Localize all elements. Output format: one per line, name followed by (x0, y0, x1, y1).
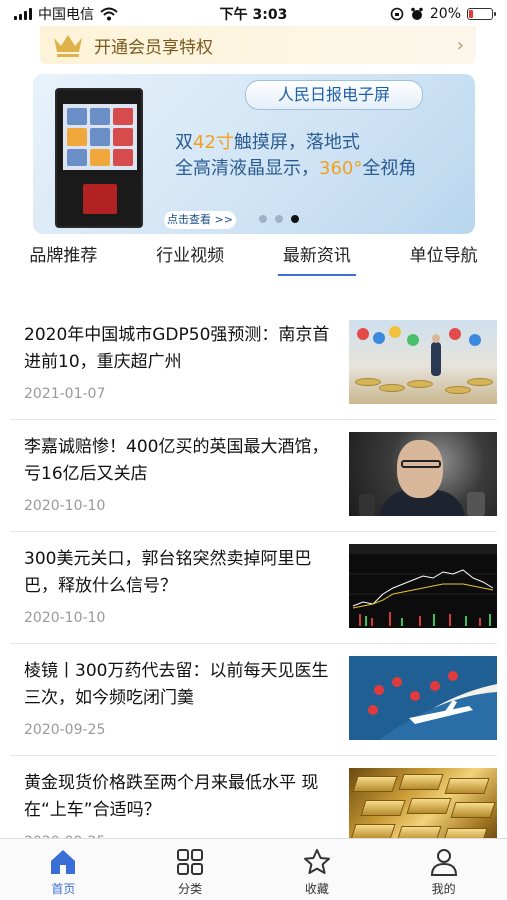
ad-line-2: 全高清液晶显示，360°全视角 (175, 158, 417, 179)
member-banner[interactable]: 开通会员享特权 › (40, 26, 476, 64)
carousel-dots[interactable] (259, 215, 299, 223)
tab-brand[interactable]: 品牌推荐 (0, 240, 127, 278)
category-tabs: 品牌推荐 行业视频 最新资讯 单位导航 (0, 240, 507, 278)
news-title: 棱镜丨300万药代去留：以前每天见医生三次，如今频吃闭门羹 (24, 661, 329, 708)
bottom-nav: 首页 分类 收藏 我的 (0, 838, 507, 900)
battery-percent: 20% (429, 6, 461, 22)
ad-line-1: 双42寸触摸屏，落地式 (175, 132, 360, 153)
status-right: 20% (313, 6, 496, 22)
news-item[interactable]: 300美元关口，郭台铭突然卖掉阿里巴巴，释放什么信号？ 2020-10-10 (10, 532, 497, 644)
news-item[interactable]: 2020年中国城市GDP50强预测：南京首进前10，重庆超广州 2021-01-… (10, 308, 497, 420)
news-date: 2021-01-07 (24, 386, 106, 402)
carousel-dot[interactable] (291, 215, 299, 223)
crown-icon (54, 35, 82, 57)
star-icon (303, 849, 330, 874)
news-title: 李嘉诚赔惨！400亿买的英国最大酒馆，亏16亿后又关店 (24, 437, 329, 484)
home-icon (51, 850, 76, 874)
status-left: 中国电信 (14, 4, 194, 24)
nav-home-label: 首页 (51, 882, 76, 896)
tab-news[interactable]: 最新资讯 (254, 240, 381, 278)
news-thumbnail (349, 656, 497, 740)
status-time: 下午 3:03 (219, 7, 288, 23)
carousel-dot[interactable] (275, 215, 283, 223)
ad-title: 人民日报电子屏 (245, 80, 423, 110)
news-date: 2020-10-10 (24, 610, 106, 626)
nav-favorites-label: 收藏 (304, 882, 329, 896)
nav-profile[interactable]: 我的 (380, 839, 507, 900)
news-thumbnail (349, 432, 497, 516)
news-thumbnail (349, 544, 497, 628)
carrier-label: 中国电信 (38, 7, 94, 23)
news-thumbnail (349, 768, 497, 838)
news-item[interactable]: 棱镜丨300万药代去留：以前每天见医生三次，如今频吃闭门羹 2020-09-25 (10, 644, 497, 756)
battery-icon (467, 8, 496, 20)
news-date: 2020-09-25 (24, 722, 106, 738)
nav-profile-label: 我的 (431, 882, 456, 896)
news-title: 300美元关口，郭台铭突然卖掉阿里巴巴，释放什么信号？ (24, 549, 312, 596)
kiosk-image (55, 88, 143, 228)
wifi-icon (100, 7, 118, 21)
nav-favorites[interactable]: 收藏 (254, 839, 381, 900)
news-title: 黄金现货价格跌至两个月来最低水平 现在“上车”合适吗？ (24, 773, 319, 820)
nav-category[interactable]: 分类 (127, 839, 254, 900)
member-banner-text: 开通会员享特权 (94, 37, 213, 58)
tab-video[interactable]: 行业视频 (127, 240, 254, 278)
nav-category-label: 分类 (178, 882, 203, 896)
grid-icon (177, 849, 204, 875)
tab-navigation[interactable]: 单位导航 (380, 240, 507, 278)
news-item[interactable]: 黄金现货价格跌至两个月来最低水平 现在“上车”合适吗？ 2020-09-25 (10, 756, 497, 838)
news-thumbnail (349, 320, 497, 404)
chevron-right-icon: › (456, 34, 464, 56)
news-title: 2020年中国城市GDP50强预测：南京首进前10，重庆超广州 (24, 325, 330, 372)
carousel-dot[interactable] (259, 215, 267, 223)
status-bar: 中国电信 下午 3:03 20% (0, 0, 507, 28)
news-date: 2020-10-10 (24, 498, 106, 514)
ad-banner[interactable]: 人民日报电子屏 双42寸触摸屏，落地式 全高清液晶显示，360°全视角 点击查看… (33, 74, 475, 234)
rotation-lock-icon (390, 7, 404, 21)
alarm-icon (411, 7, 423, 20)
signal-icon (14, 8, 32, 20)
nav-home[interactable]: 首页 (0, 839, 127, 900)
news-item[interactable]: 李嘉诚赔惨！400亿买的英国最大酒馆，亏16亿后又关店 2020-10-10 (10, 420, 497, 532)
news-list: 2020年中国城市GDP50强预测：南京首进前10，重庆超广州 2021-01-… (0, 308, 507, 838)
user-icon (430, 849, 457, 876)
ad-view-button[interactable]: 点击查看 >> (164, 211, 236, 229)
